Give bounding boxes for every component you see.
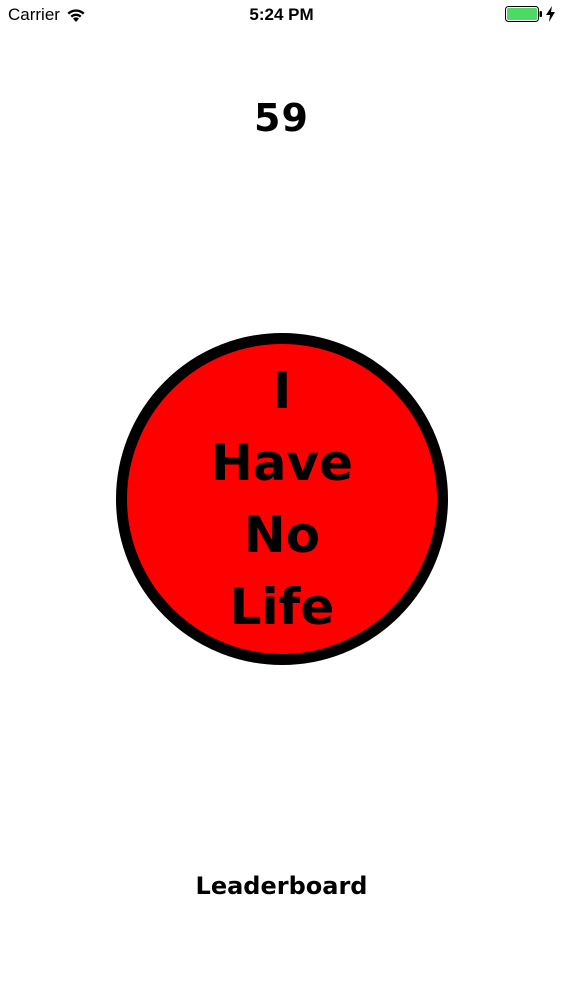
battery-icon: [505, 6, 543, 22]
button-text-line-3: No: [243, 506, 321, 564]
charging-bolt-icon: [546, 6, 555, 22]
status-bar: Carrier 5:24 PM: [0, 0, 563, 30]
score-counter: 59: [254, 96, 309, 140]
button-text-line-2: Have: [210, 434, 354, 492]
button-text-line-1: I: [272, 362, 292, 420]
leaderboard-button[interactable]: Leaderboard: [0, 872, 563, 900]
button-text-line-4: Life: [229, 578, 335, 636]
i-have-no-life-button[interactable]: I Have No Life: [116, 333, 448, 665]
status-time: 5:24 PM: [249, 5, 314, 24]
battery-group: [505, 6, 555, 22]
